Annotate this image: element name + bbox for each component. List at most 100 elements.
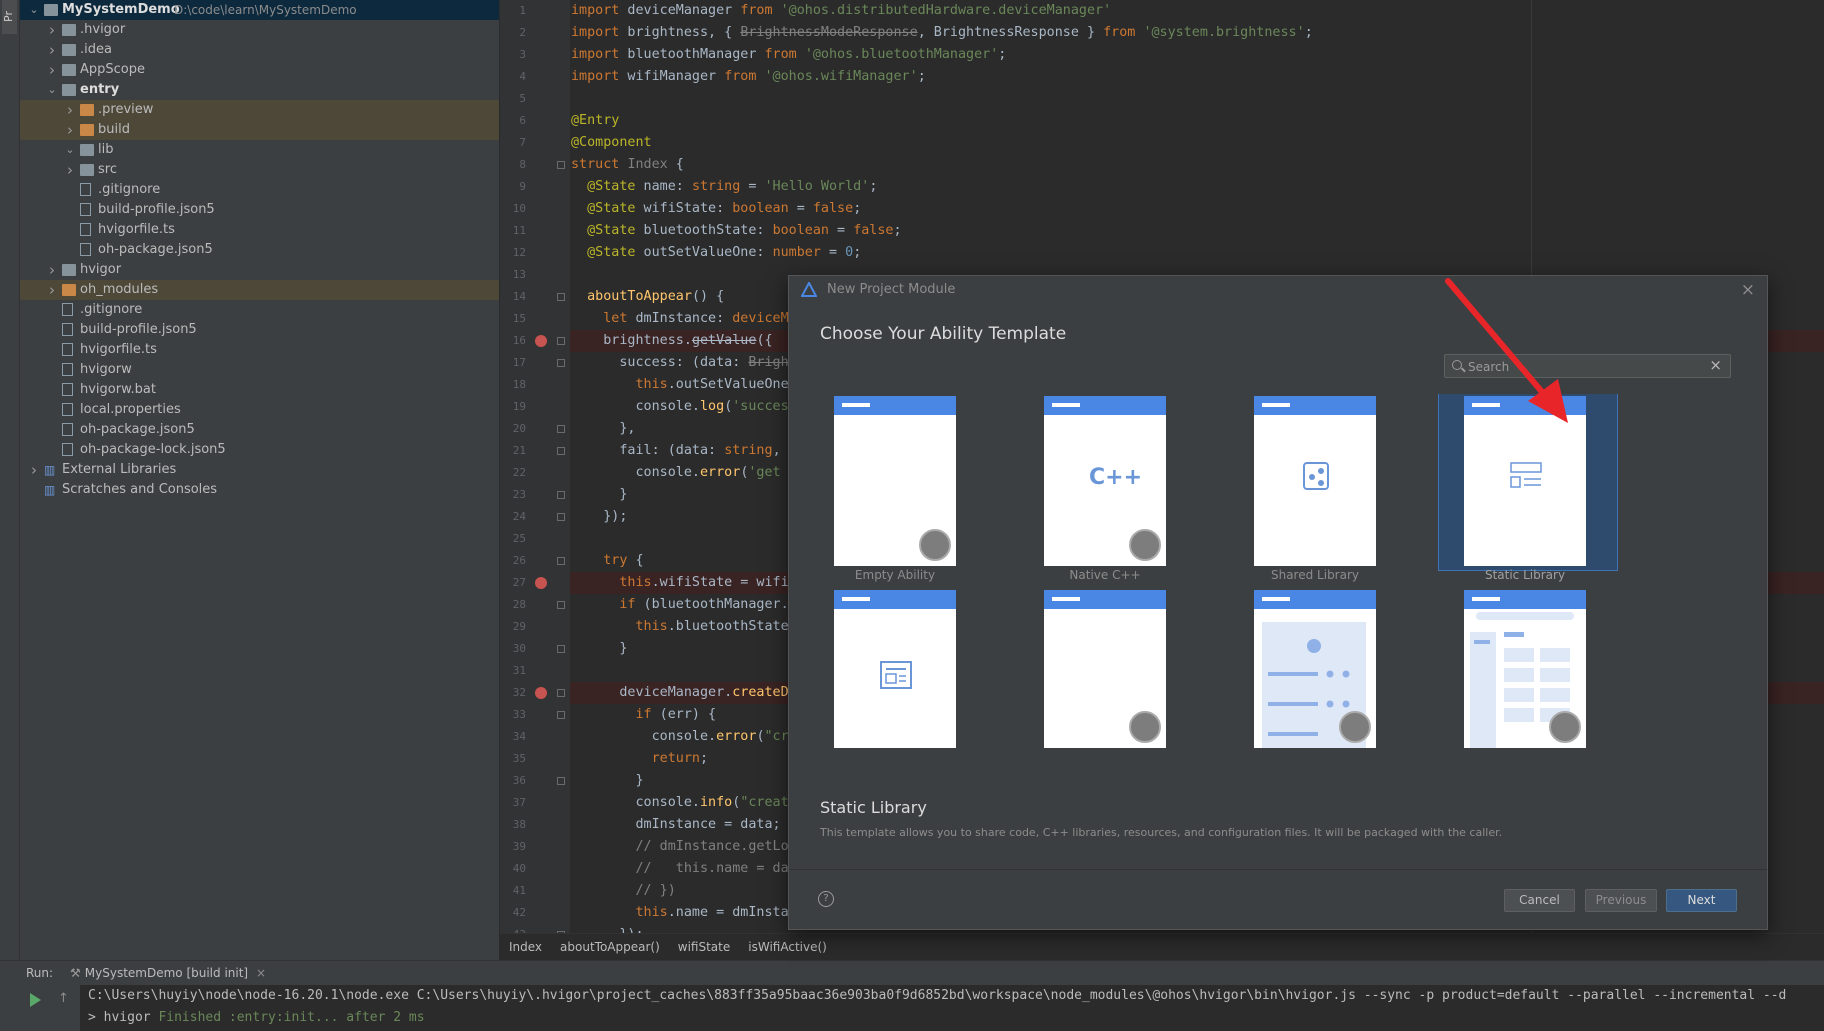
tree-item[interactable]: oh-package-lock.json5 xyxy=(20,440,499,460)
breadcrumb-item[interactable]: Index xyxy=(509,940,542,954)
run-tab-close-icon[interactable]: × xyxy=(256,966,266,980)
tree-item[interactable]: › hvigor xyxy=(20,260,499,280)
fold-marker-icon[interactable] xyxy=(557,337,565,345)
folder-icon xyxy=(62,84,76,96)
fold-marker-icon[interactable] xyxy=(557,513,565,521)
template-search[interactable]: × xyxy=(1444,354,1731,378)
tree-item[interactable]: ⌄ lib xyxy=(20,140,499,160)
fold-marker-icon[interactable] xyxy=(557,557,565,565)
cancel-button[interactable]: Cancel xyxy=(1504,889,1575,912)
fold-marker-icon[interactable] xyxy=(557,447,565,455)
tree-item[interactable]: build-profile.json5 xyxy=(20,200,499,220)
search-input[interactable] xyxy=(1468,357,1698,376)
tree-item[interactable]: › .idea xyxy=(20,40,499,60)
breakpoint-icon[interactable] xyxy=(535,577,547,589)
list-layout-icon xyxy=(879,660,913,694)
template-card[interactable] xyxy=(1439,588,1599,778)
tree-item[interactable]: oh-package.json5 xyxy=(20,420,499,440)
fold-marker-icon[interactable] xyxy=(557,711,565,719)
run-tab[interactable]: ⚒ MySystemDemo [build init] × xyxy=(70,961,266,985)
chevron-right-icon[interactable]: › xyxy=(64,100,76,120)
template-grid: Empty Ability C++ Native C++ Shared Library… xyxy=(809,394,1739,794)
code-line[interactable]: @State bluetoothState: boolean = false; xyxy=(570,220,1824,242)
fold-marker-icon[interactable] xyxy=(557,777,565,785)
template-card[interactable] xyxy=(809,588,969,778)
code-line[interactable]: import bluetoothManager from '@ohos.blue… xyxy=(570,44,1824,66)
tree-item[interactable]: hvigorw.bat xyxy=(20,380,499,400)
chevron-down-icon[interactable]: ⌄ xyxy=(28,0,40,20)
breadcrumb-item[interactable]: wifiState xyxy=(678,940,730,954)
code-line[interactable]: struct Index { xyxy=(570,154,1824,176)
tree-item[interactable]: › .preview xyxy=(20,100,499,120)
code-line[interactable]: @Component xyxy=(570,132,1824,154)
code-line[interactable]: @State outSetValueOne: number = 0; xyxy=(570,242,1824,264)
new-project-module-dialog: New Project Module × Choose Your Ability… xyxy=(788,275,1768,930)
template-card[interactable] xyxy=(1229,588,1389,778)
breakpoint-icon[interactable] xyxy=(535,687,547,699)
template-card[interactable]: Shared Library xyxy=(1229,394,1389,584)
chevron-right-icon[interactable]: › xyxy=(64,160,76,180)
help-icon[interactable]: ? xyxy=(818,891,834,907)
fold-marker-icon[interactable] xyxy=(557,293,565,301)
tree-item[interactable]: hvigorw xyxy=(20,360,499,380)
code-line[interactable]: import brightness, { BrightnessModeRespo… xyxy=(570,22,1824,44)
tree-item[interactable]: › oh_modules xyxy=(20,280,499,300)
tree-item[interactable]: › build xyxy=(20,120,499,140)
tree-item[interactable]: › src xyxy=(20,160,499,180)
tree-item[interactable]: ⌄ MySystemDemo D:\code\learn\MySystemDemo xyxy=(20,0,499,20)
fold-marker-icon[interactable] xyxy=(557,359,565,367)
breadcrumb-item[interactable]: isWifiActive() xyxy=(748,940,827,954)
chevron-down-icon[interactable]: ⌄ xyxy=(64,140,76,160)
tree-item[interactable]: .gitignore xyxy=(20,180,499,200)
template-card[interactable]: Static Library xyxy=(1438,394,1618,584)
project-tool-tab[interactable]: Pr xyxy=(2,0,17,34)
fold-marker-icon[interactable] xyxy=(557,161,565,169)
tree-item[interactable]: .gitignore xyxy=(20,300,499,320)
template-card[interactable]: C++ Native C++ xyxy=(1019,394,1179,584)
chevron-right-icon[interactable]: › xyxy=(46,20,58,40)
tree-item[interactable]: ⌄ entry xyxy=(20,80,499,100)
code-line[interactable]: import wifiManager from '@ohos.wifiManag… xyxy=(570,66,1824,88)
tree-item[interactable]: › ▥ External Libraries xyxy=(20,460,499,480)
template-card[interactable] xyxy=(1019,588,1179,778)
tree-item[interactable]: local.properties xyxy=(20,400,499,420)
tree-item[interactable]: › AppScope xyxy=(20,60,499,80)
fold-marker-icon[interactable] xyxy=(557,601,565,609)
chevron-right-icon[interactable]: › xyxy=(46,280,58,300)
code-line[interactable]: @State wifiState: boolean = false; xyxy=(570,198,1824,220)
fold-marker-icon[interactable] xyxy=(557,689,565,697)
fold-marker-icon[interactable] xyxy=(557,645,565,653)
scroll-up-icon[interactable]: ↑ xyxy=(58,991,69,1006)
code-line[interactable]: @Entry xyxy=(570,110,1824,132)
code-line[interactable] xyxy=(570,88,1824,110)
code-line[interactable]: import deviceManager from '@ohos.distrib… xyxy=(570,0,1824,22)
chevron-right-icon[interactable]: › xyxy=(46,40,58,60)
run-panel-header: Run: ⚒ MySystemDemo [build init] × xyxy=(0,961,1824,985)
tree-item[interactable]: build-profile.json5 xyxy=(20,320,499,340)
chevron-right-icon[interactable]: › xyxy=(64,120,76,140)
tree-item[interactable]: hvigorfile.ts xyxy=(20,220,499,240)
chevron-right-icon[interactable]: › xyxy=(46,60,58,80)
chevron-right-icon[interactable]: › xyxy=(46,260,58,280)
rerun-icon[interactable] xyxy=(30,993,41,1007)
run-console-output[interactable]: C:\Users\huyiy\node\node-16.20.1\node.ex… xyxy=(80,985,1824,1031)
close-icon[interactable]: × xyxy=(1741,276,1755,304)
previous-button[interactable]: Previous xyxy=(1585,889,1657,912)
tree-item[interactable]: ▥ Scratches and Consoles xyxy=(20,480,499,500)
breadcrumb-item[interactable]: aboutToAppear() xyxy=(560,940,660,954)
breakpoint-icon[interactable] xyxy=(535,335,547,347)
clear-search-icon[interactable]: × xyxy=(1709,356,1722,374)
chevron-down-icon[interactable]: ⌄ xyxy=(46,80,58,100)
dialog-title: New Project Module xyxy=(827,282,956,297)
tree-item[interactable]: oh-package.json5 xyxy=(20,240,499,260)
editor-gutter[interactable]: 1 2 3 4 5 6 7 8 9 10 11 12 13 14 15 16 17 18 19 20 21 22 23 24 2… xyxy=(500,0,570,943)
dialog-title-bar[interactable]: New Project Module × xyxy=(789,276,1767,304)
fold-marker-icon[interactable] xyxy=(557,491,565,499)
next-button[interactable]: Next xyxy=(1666,889,1737,912)
template-card[interactable]: Empty Ability xyxy=(809,394,969,584)
tree-item[interactable]: hvigorfile.ts xyxy=(20,340,499,360)
chevron-right-icon[interactable]: › xyxy=(28,460,40,480)
code-line[interactable]: @State name: string = 'Hello World'; xyxy=(570,176,1824,198)
fold-marker-icon[interactable] xyxy=(557,425,565,433)
tree-item[interactable]: › .hvigor xyxy=(20,20,499,40)
